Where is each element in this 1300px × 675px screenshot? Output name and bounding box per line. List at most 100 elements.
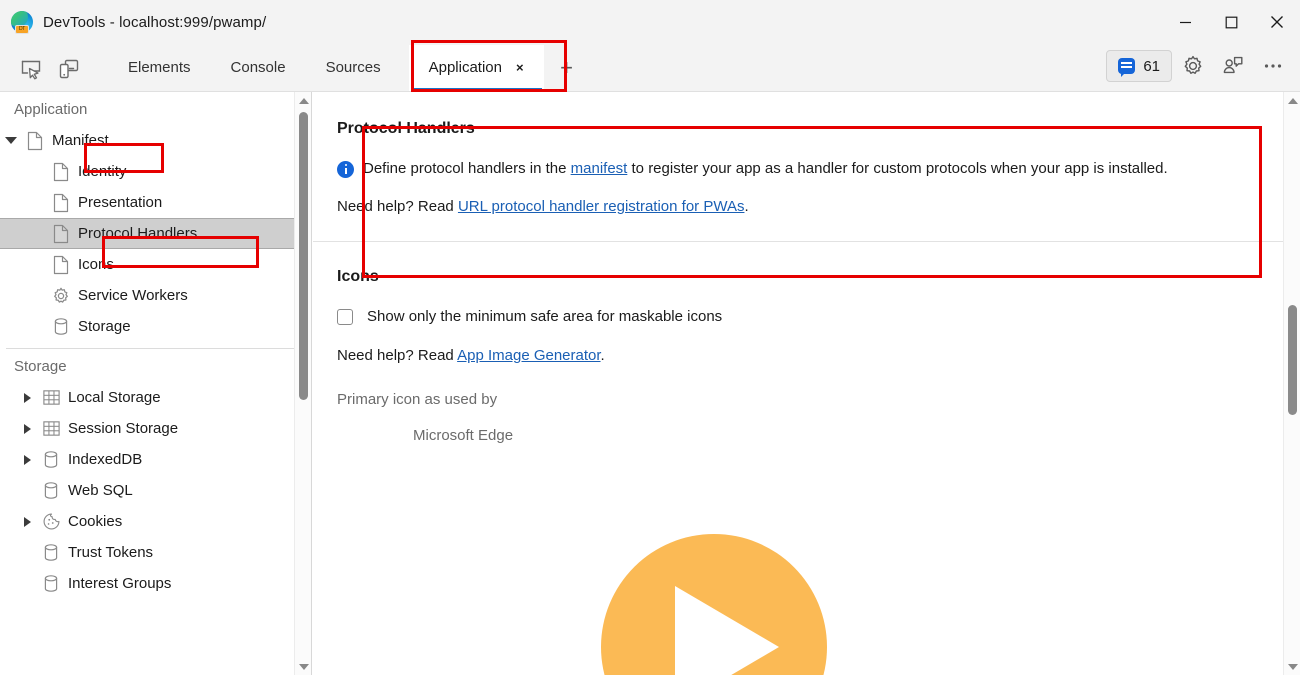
sidebar-item-label: Cookies	[64, 513, 122, 530]
sidebar-item-cookies[interactable]: Cookies	[0, 506, 311, 537]
chevron-right-icon[interactable]	[16, 424, 38, 434]
sidebar-item-label: IndexedDB	[64, 451, 142, 468]
tab-sources[interactable]: Sources	[306, 45, 401, 91]
protocol-handlers-title: Protocol Handlers	[337, 120, 1276, 138]
document-icon	[48, 162, 74, 182]
sidebar-item-label: Web SQL	[64, 482, 133, 499]
maskable-safe-area-label: Show only the minimum safe area for mask…	[367, 308, 722, 325]
icons-title: Icons	[337, 268, 1276, 286]
sidebar-item-label: Presentation	[74, 194, 162, 211]
chevron-right-icon[interactable]	[16, 455, 38, 465]
add-tab-button[interactable]: +	[550, 51, 584, 85]
message-count-label: 61	[1143, 58, 1160, 75]
database-icon	[48, 317, 74, 337]
chevron-right-icon[interactable]	[16, 517, 38, 527]
sidebar-item-service-workers[interactable]: Service Workers	[0, 280, 311, 311]
main-scrollbar[interactable]	[1283, 92, 1300, 675]
protocol-handlers-description: Define protocol handlers in the manifest…	[337, 156, 1221, 181]
maskable-safe-area-row[interactable]: Show only the minimum safe area for mask…	[337, 308, 1276, 325]
tab-console[interactable]: Console	[211, 45, 306, 91]
database-icon	[38, 574, 64, 594]
sidebar-item-interest-groups[interactable]: Interest Groups	[0, 568, 311, 599]
icons-help: Need help? Read App Image Generator.	[337, 347, 1276, 364]
sidebar-item-storage[interactable]: Storage	[0, 311, 311, 342]
sidebar-item-trust-tokens[interactable]: Trust Tokens	[0, 537, 311, 568]
edge-logo-icon: DT	[11, 11, 33, 33]
manifest-link[interactable]: manifest	[571, 160, 628, 177]
help-post: .	[744, 198, 748, 215]
database-icon	[38, 543, 64, 563]
sidebar-section-header: Storage	[0, 349, 311, 382]
maskable-safe-area-checkbox[interactable]	[337, 309, 353, 325]
info-icon	[337, 161, 354, 178]
sidebar-item-label: Session Storage	[64, 420, 178, 437]
tab-close-icon[interactable]: ×	[516, 61, 524, 74]
scroll-up-arrow-icon[interactable]	[1284, 92, 1300, 109]
chevron-down-icon[interactable]	[0, 137, 22, 144]
sidebar-scrollbar[interactable]	[294, 92, 311, 675]
tab-label: Application	[429, 59, 502, 76]
sidebar-section-application: Application Manifest Identity	[0, 92, 311, 342]
sidebar-item-manifest[interactable]: Manifest	[0, 125, 311, 156]
tab-label: Sources	[326, 59, 381, 76]
sidebar-item-icons[interactable]: Icons	[0, 249, 311, 280]
description-post: to register your app as a handler for cu…	[627, 160, 1167, 177]
main-scrollbar-thumb[interactable]	[1288, 305, 1297, 415]
sidebar-item-presentation[interactable]: Presentation	[0, 187, 311, 218]
sidebar-section-header: Application	[0, 92, 311, 125]
sidebar-item-identity[interactable]: Identity	[0, 156, 311, 187]
tab-application[interactable]: Application ×	[409, 45, 544, 91]
sidebar-item-label: Service Workers	[74, 287, 188, 304]
sidebar-item-session-storage[interactable]: Session Storage	[0, 413, 311, 444]
primary-icon-caption: Primary icon as used by	[337, 391, 1276, 408]
sidebar-item-web-sql[interactable]: Web SQL	[0, 475, 311, 506]
sidebar-item-label: Local Storage	[64, 389, 161, 406]
tab-elements[interactable]: Elements	[108, 45, 211, 91]
feedback-person-icon[interactable]	[1214, 49, 1252, 83]
message-count-button[interactable]: 61	[1106, 50, 1172, 82]
window-controls	[1162, 0, 1300, 44]
document-icon	[48, 255, 74, 275]
sidebar-item-label: Interest Groups	[64, 575, 171, 592]
more-options-icon[interactable]	[1254, 49, 1292, 83]
protocol-handlers-section: Protocol Handlers Define protocol handle…	[313, 92, 1300, 241]
chevron-right-icon[interactable]	[16, 393, 38, 403]
devtools-body: Application Manifest Identity	[0, 92, 1300, 675]
document-icon	[48, 193, 74, 213]
sidebar-item-indexeddb[interactable]: IndexedDB	[0, 444, 311, 475]
help-post: .	[601, 347, 605, 364]
sidebar-section-storage: Storage Local Storage Session Storage	[0, 349, 311, 599]
app-image-generator-link[interactable]: App Image Generator	[457, 347, 600, 364]
devtools-window: DT DevTools - localhost:999/pwamp/	[0, 0, 1300, 675]
icons-section: Icons Show only the minimum safe area fo…	[313, 242, 1300, 444]
sidebar-item-local-storage[interactable]: Local Storage	[0, 382, 311, 413]
description-pre: Define protocol handlers in the	[363, 160, 571, 177]
scroll-down-arrow-icon[interactable]	[1284, 658, 1300, 675]
application-sidebar: Application Manifest Identity	[0, 92, 312, 675]
sidebar-item-protocol-handlers[interactable]: Protocol Handlers	[0, 218, 311, 249]
document-icon	[22, 131, 48, 151]
pwa-protocol-doc-link[interactable]: URL protocol handler registration for PW…	[458, 198, 745, 215]
minimize-button[interactable]	[1162, 0, 1208, 44]
tab-label: Elements	[128, 59, 191, 76]
inspect-element-icon[interactable]	[12, 52, 50, 86]
window-title: DevTools - localhost:999/pwamp/	[43, 14, 266, 31]
scroll-up-arrow-icon[interactable]	[295, 92, 312, 109]
table-grid-icon	[38, 419, 64, 438]
document-icon	[48, 224, 74, 244]
sidebar-item-label: Protocol Handlers	[74, 225, 197, 242]
devtools-tab-strip: Elements Console Sources Application × +…	[0, 44, 1300, 92]
device-toolbar-icon[interactable]	[50, 52, 88, 86]
database-icon	[38, 450, 64, 470]
help-pre: Need help? Read	[337, 347, 457, 364]
gear-icon[interactable]	[1174, 49, 1212, 83]
scroll-down-arrow-icon[interactable]	[295, 658, 312, 675]
message-bubble-icon	[1118, 58, 1135, 74]
maximize-button[interactable]	[1208, 0, 1254, 44]
sidebar-item-label: Storage	[74, 318, 131, 335]
sidebar-scrollbar-thumb[interactable]	[299, 112, 308, 400]
gear-icon	[48, 286, 74, 306]
tab-label: Console	[231, 59, 286, 76]
protocol-handlers-help: Need help? Read URL protocol handler reg…	[337, 198, 1276, 215]
close-button[interactable]	[1254, 0, 1300, 44]
